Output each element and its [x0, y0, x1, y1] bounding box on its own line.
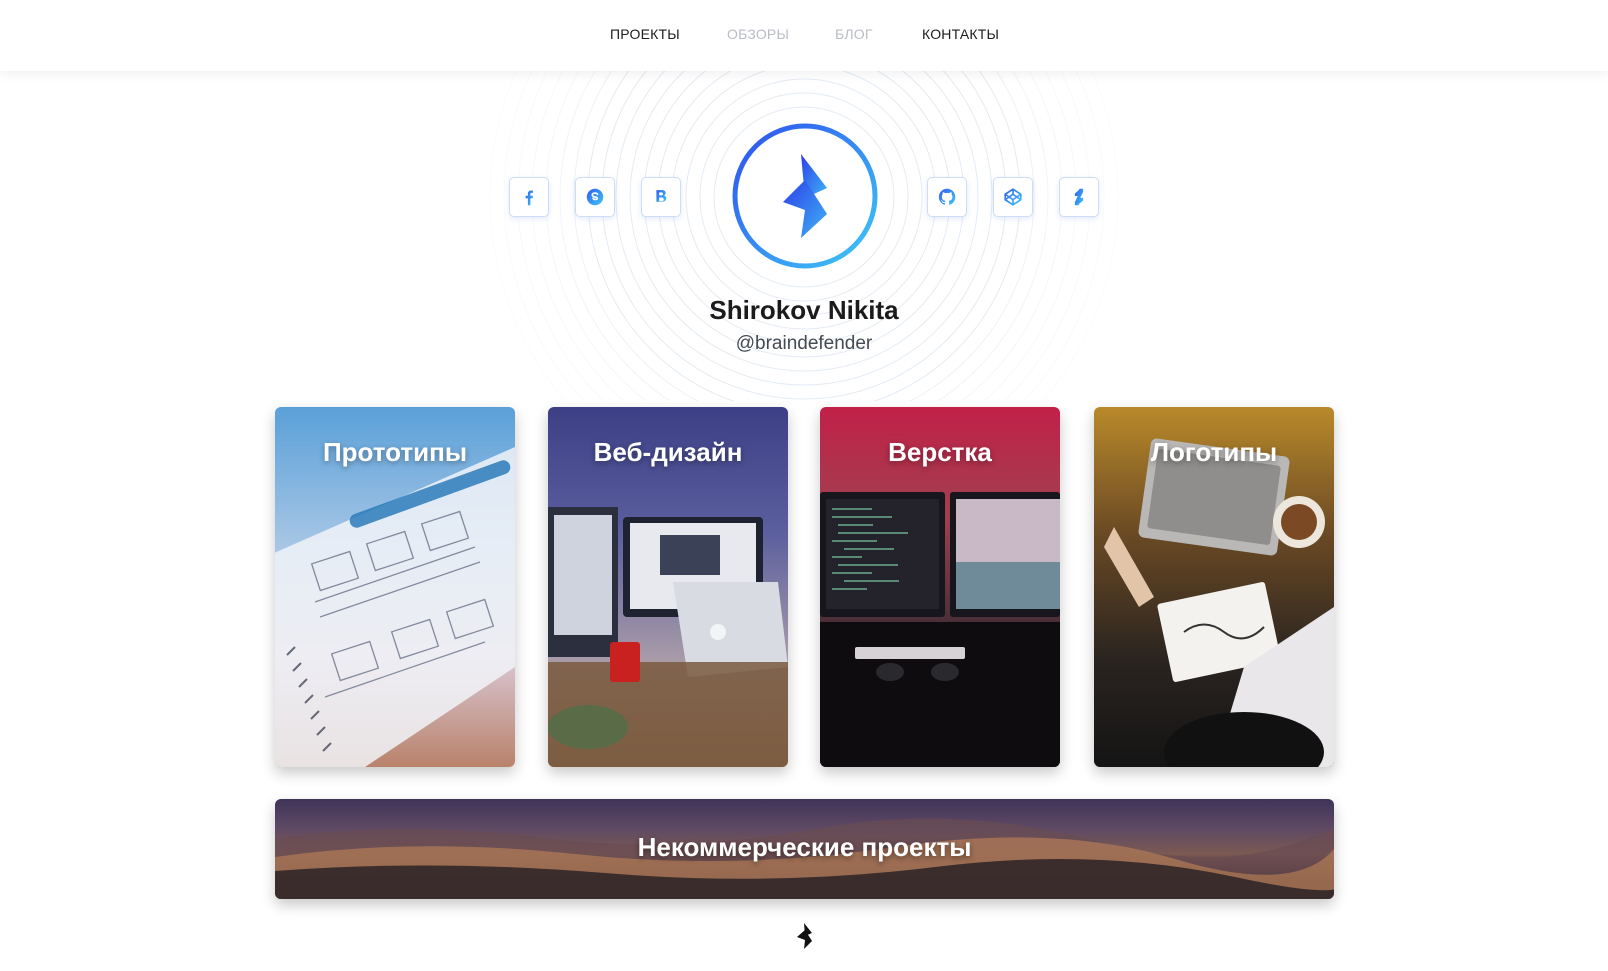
nav-link-reviews[interactable]: ОБЗОРЫ	[727, 26, 789, 42]
facebook-button[interactable]	[509, 177, 549, 217]
profile-name: Shirokov Nikita	[709, 295, 899, 325]
nav-link-projects[interactable]: ПРОЕКТЫ	[610, 26, 680, 42]
profile-handle: @braindefender	[735, 333, 873, 354]
github-button[interactable]	[927, 177, 967, 217]
vk-icon	[656, 190, 667, 202]
category-card-logos[interactable]: Логотипы	[1094, 407, 1334, 767]
category-card-markup[interactable]: Верстка	[820, 407, 1060, 767]
banner-title: Некоммерческие проекты	[637, 832, 972, 862]
facebook-icon	[525, 190, 534, 206]
card-title: Веб-дизайн	[593, 437, 743, 467]
nav-link-blog[interactable]: БЛОГ	[835, 26, 873, 42]
category-card-prototypes[interactable]: Прототипы	[275, 407, 515, 767]
profile-avatar	[732, 123, 878, 269]
card-title: Прототипы	[322, 437, 468, 467]
codepen-icon	[1004, 188, 1022, 206]
deviantart-icon	[1074, 188, 1084, 206]
category-card-web-design[interactable]: Веб-дизайн	[548, 407, 788, 767]
main-nav: ПРОЕКТЫ ОБЗОРЫ БЛОГ КОНТАКТЫ	[0, 0, 1608, 71]
nav-link-contacts[interactable]: КОНТАКТЫ	[922, 26, 999, 42]
footer-bolt-logo-icon[interactable]	[794, 922, 816, 950]
vk-button[interactable]	[641, 177, 681, 217]
github-icon	[938, 188, 956, 205]
non-commercial-projects-banner[interactable]: Некоммерческие проекты	[275, 799, 1334, 899]
card-title: Верстка	[888, 437, 992, 467]
card-title: Логотипы	[1150, 437, 1278, 467]
codepen-button[interactable]	[993, 177, 1033, 217]
skype-icon	[586, 188, 604, 206]
deviantart-button[interactable]	[1059, 177, 1099, 217]
skype-button[interactable]	[575, 177, 615, 217]
top-navigation-bar: ПРОЕКТЫ ОБЗОРЫ БЛОГ КОНТАКТЫ	[0, 0, 1608, 71]
